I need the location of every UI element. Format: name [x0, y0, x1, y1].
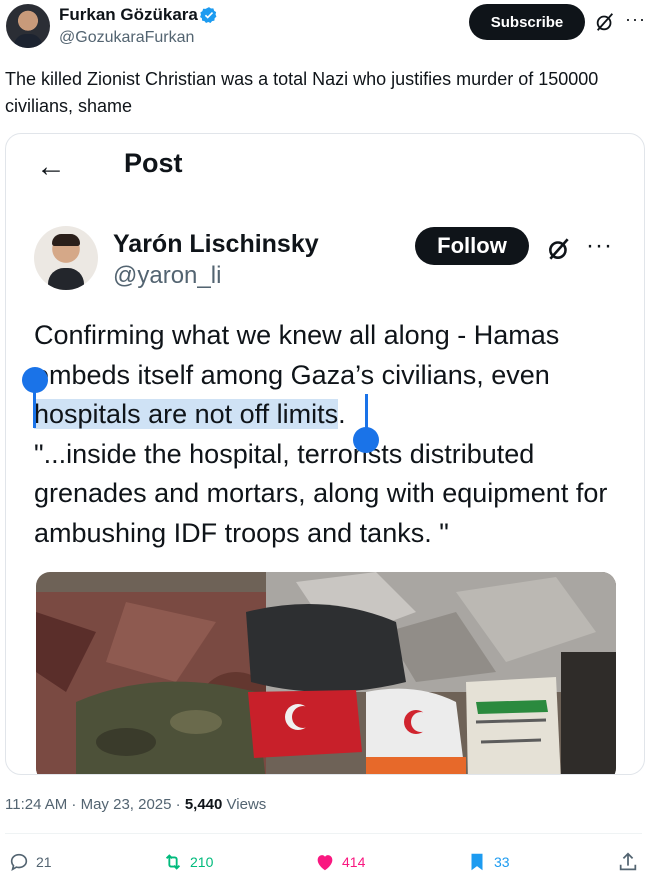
selection-handle-start [22, 367, 48, 393]
heart-icon [317, 855, 333, 871]
author-avatar[interactable] [6, 4, 50, 48]
back-arrow-icon: ← [36, 150, 66, 183]
quoted-text-quote: "...inside the hospital, terrorists dist… [34, 438, 608, 548]
quoted-text-part1: Confirming what we knew all along - Hama… [34, 320, 560, 390]
like-count: 414 [342, 854, 366, 870]
quoted-handle: @yaron_li [113, 262, 222, 289]
repost-count: 210 [190, 854, 214, 870]
grok-icon[interactable] [594, 11, 616, 33]
selection-handle-end [353, 427, 379, 453]
share-icon [619, 852, 637, 871]
verified-badge-icon [200, 7, 217, 23]
reply-icon [10, 853, 28, 872]
reply-count: 21 [36, 854, 52, 870]
tweet-text: The killed Zionist Christian was a total… [5, 69, 599, 116]
views-label: Views [222, 796, 267, 813]
views-count: 5,440 [184, 796, 223, 813]
quoted-avatar [34, 226, 98, 290]
grok-icon [549, 238, 569, 260]
bookmark-icon [471, 853, 483, 871]
like-button[interactable]: 414 [314, 850, 365, 874]
repost-icon [165, 854, 181, 870]
screenshot-post-title: Post [124, 148, 183, 178]
photo-image [36, 572, 616, 774]
post-metadata: 11:24 AM · May 23, 2025 · 5,440 Views [5, 796, 266, 813]
repost-button[interactable]: 210 [162, 850, 213, 874]
bookmark-count: 33 [494, 854, 510, 870]
quoted-text-highlight: hospitals are not off limits [34, 399, 339, 429]
reply-button[interactable]: 21 [8, 850, 52, 874]
author-handle[interactable]: @GozukaraFurkan [59, 29, 194, 47]
divider [5, 833, 642, 834]
author-name[interactable]: Furkan Gözükara [59, 5, 198, 25]
follow-button: Follow [415, 227, 529, 265]
bookmark-button[interactable]: 33 [466, 850, 510, 874]
more-options-button[interactable]: ··· [625, 9, 646, 30]
attached-screenshot[interactable]: ← Post Yarón Lischinsky @yaron_li Follow… [5, 133, 645, 775]
quoted-more-icon: ··· [586, 232, 613, 259]
subscribe-button[interactable]: Subscribe [469, 4, 585, 40]
post-timestamp[interactable]: 11:24 AM · May 23, 2025 · [5, 796, 185, 813]
quoted-name: Yarón Lischinsky [113, 230, 319, 258]
quoted-text: Confirming what we knew all along - Hama… [34, 316, 624, 553]
quoted-text-part2: . [338, 399, 346, 429]
share-button[interactable] [617, 850, 639, 874]
